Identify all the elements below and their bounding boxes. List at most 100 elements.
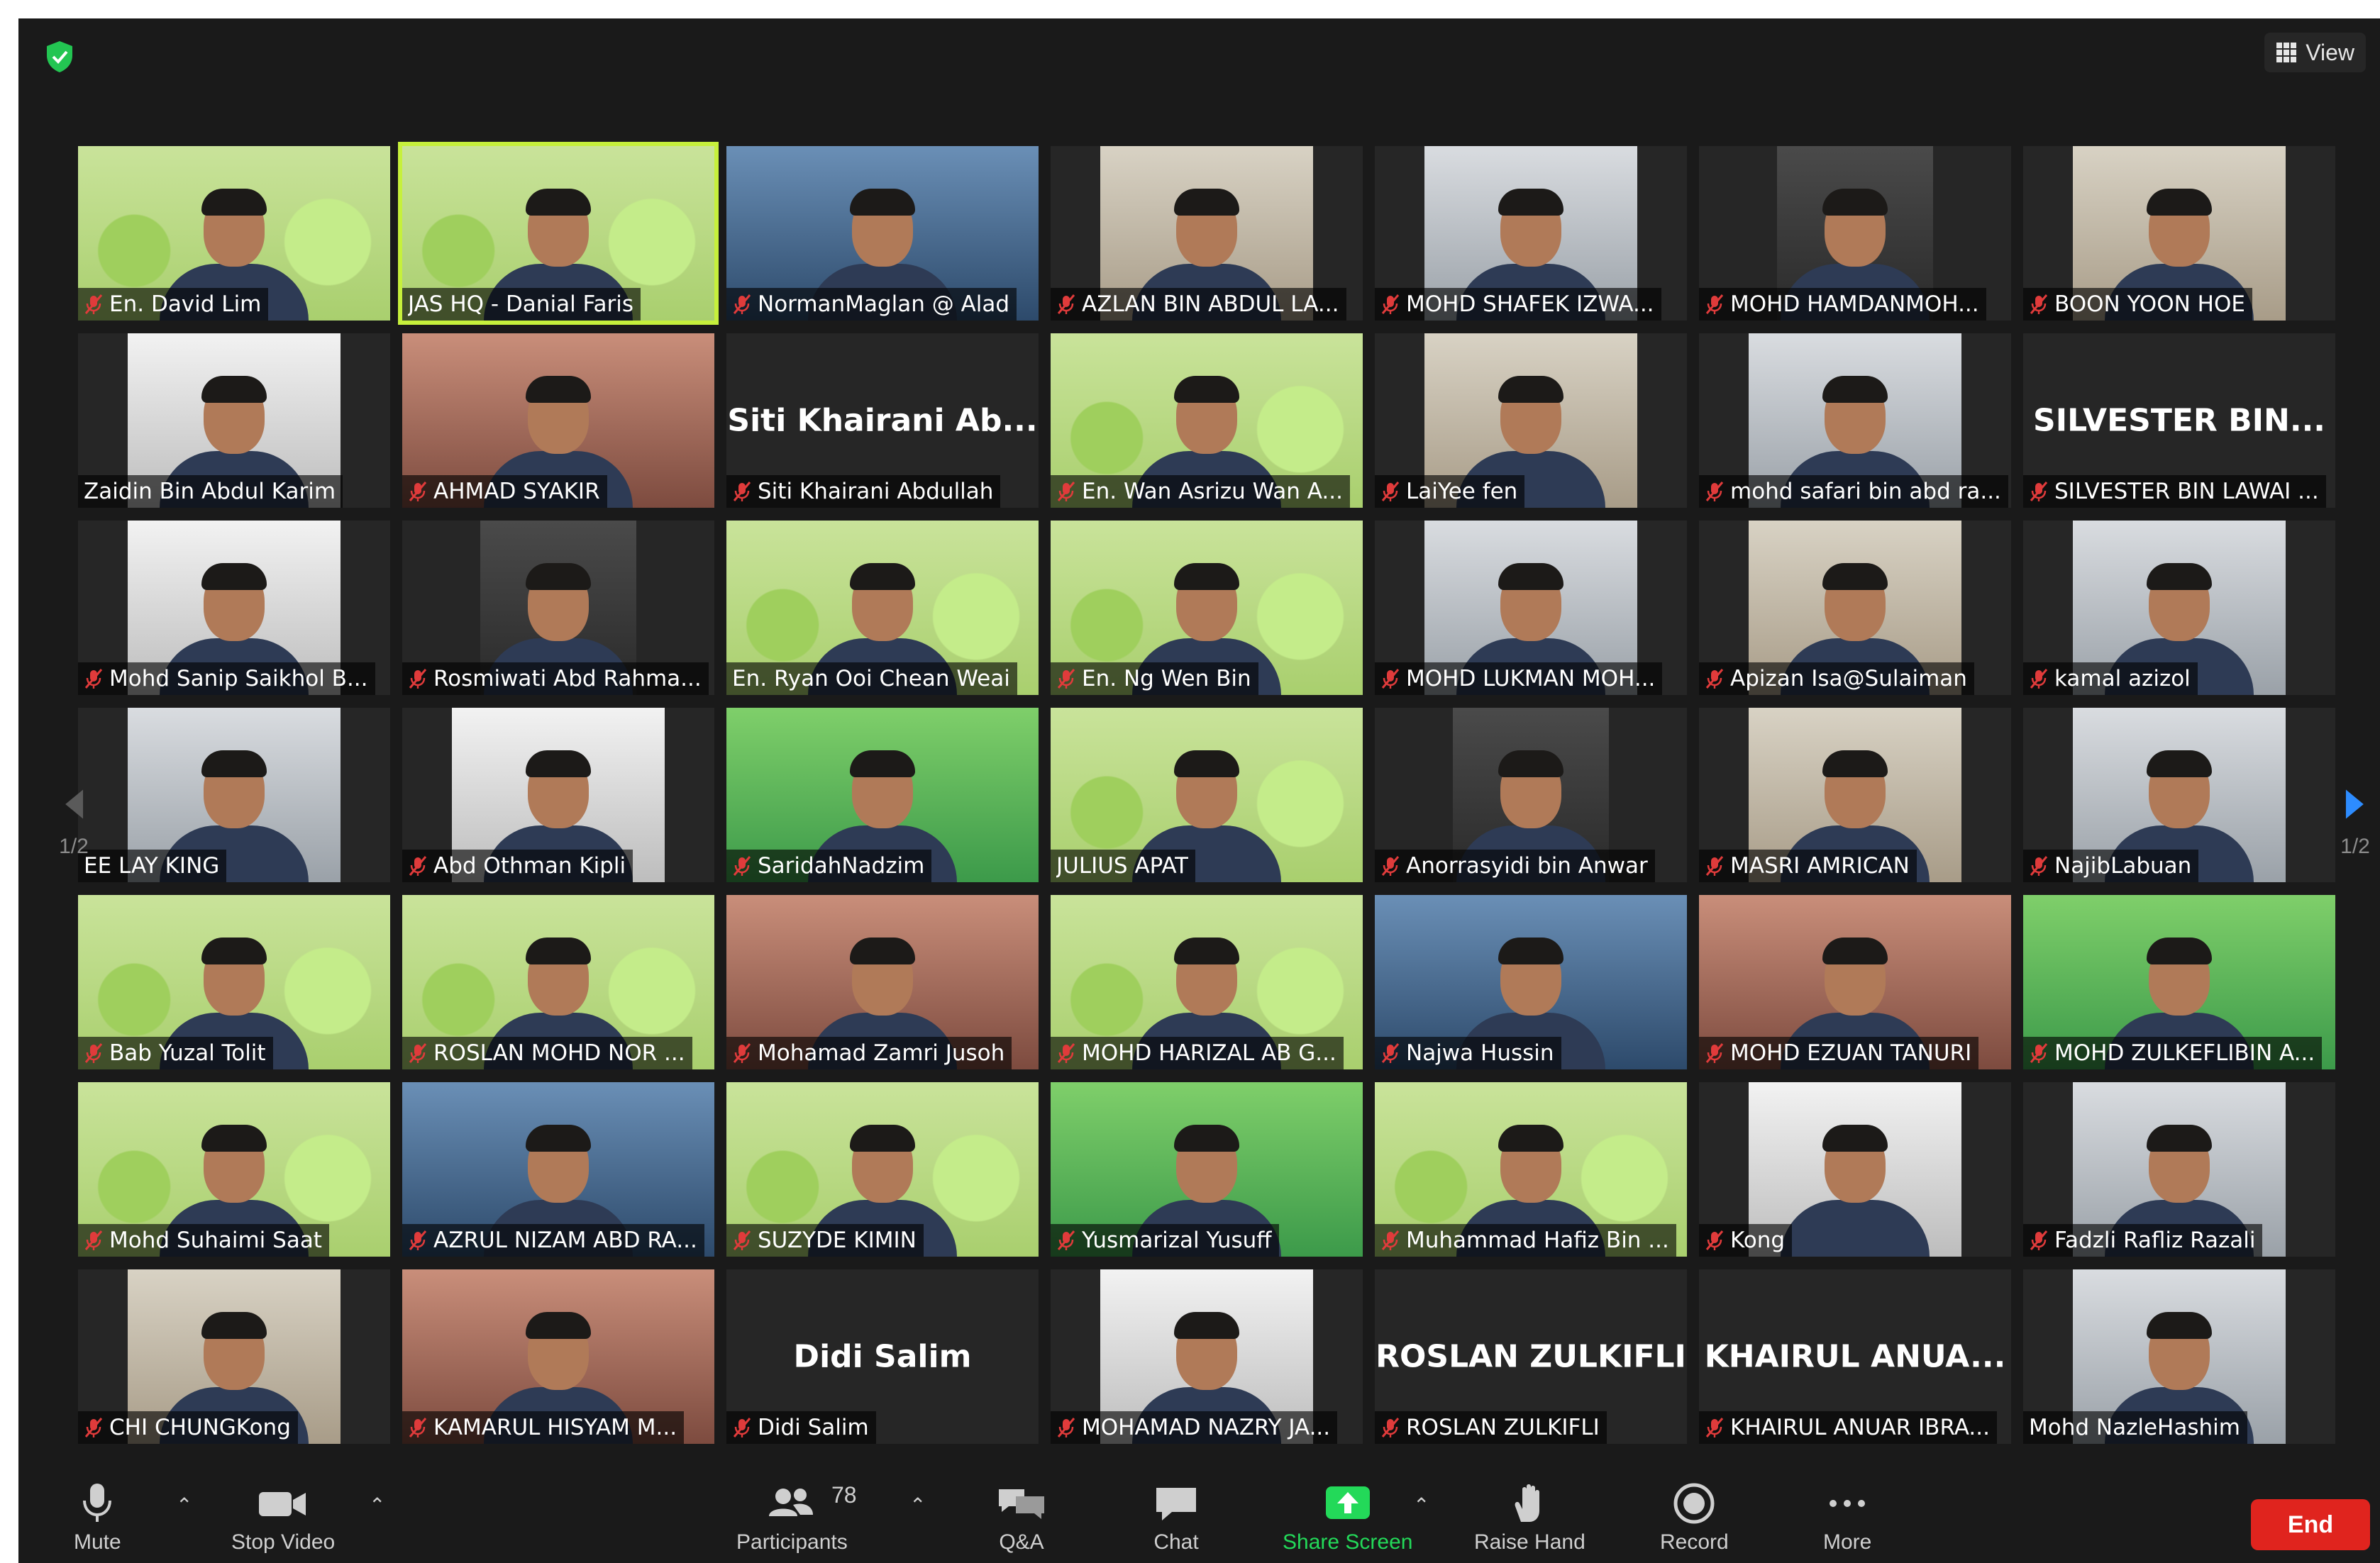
participant-name: En. Wan Asrizu Wan A...: [1082, 479, 1343, 504]
participant-tile[interactable]: En. Wan Asrizu Wan A...: [1051, 333, 1363, 508]
participant-tile[interactable]: SaridahNadzim: [726, 708, 1039, 882]
participant-tile[interactable]: SUZYDE KIMIN: [726, 1082, 1039, 1257]
participant-tile[interactable]: En. Ryan Ooi Chean Weai: [726, 521, 1039, 695]
participant-tile[interactable]: MASRI AMRICAN: [1699, 708, 2011, 882]
participant-name-label: En. David Lim: [78, 288, 269, 321]
participant-tile[interactable]: MOHAMAD NAZRY JA...: [1051, 1269, 1363, 1444]
participant-tile[interactable]: JULIUS APAT: [1051, 708, 1363, 882]
previous-page-button[interactable]: 1/2: [52, 788, 95, 859]
participant-tile[interactable]: KHAIRUL ANUA... KHAIRUL ANUAR IBRA...: [1699, 1269, 2011, 1444]
end-meeting-button[interactable]: End: [2251, 1499, 2370, 1550]
next-page-button[interactable]: 1/2: [2334, 788, 2376, 859]
participant-tile[interactable]: NormanMaglan @ Alad: [726, 146, 1039, 321]
participant-name-label: Mohd NazleHashim: [2023, 1411, 2247, 1444]
participant-tile[interactable]: BOON YOON HOE: [2023, 146, 2335, 321]
muted-microphone-icon: [409, 1418, 427, 1437]
participant-tile[interactable]: Siti Khairani Ab... Siti Khairani Abdulla…: [726, 333, 1039, 508]
participant-tile[interactable]: Mohd NazleHashim: [2023, 1269, 2335, 1444]
participant-name-label: MOHD HARIZAL AB G...: [1051, 1037, 1344, 1069]
audio-options-caret[interactable]: ⌃: [176, 1494, 192, 1517]
more-button[interactable]: More: [1823, 1481, 1871, 1563]
participant-name-label: AHMAD SYAKIR: [402, 475, 607, 508]
muted-microphone-icon: [1705, 1043, 1724, 1063]
participant-tile[interactable]: Anorrasyidi bin Anwar: [1375, 708, 1687, 882]
participant-tile[interactable]: CHI CHUNGKong: [78, 1269, 390, 1444]
participant-tile[interactable]: ROSLAN MOHD NOR ...: [402, 895, 714, 1069]
participant-tile[interactable]: MOHD SHAFEK IZWA...: [1375, 146, 1687, 321]
participant-tile[interactable]: Muhammad Hafiz Bin ...: [1375, 1082, 1687, 1257]
participant-tile[interactable]: Didi Salim Didi Salim: [726, 1269, 1039, 1444]
participant-tile[interactable]: ROSLAN ZULKIFLI ROSLAN ZULKIFLI: [1375, 1269, 1687, 1444]
participant-tile[interactable]: Zaidin Bin Abdul Karim: [78, 333, 390, 508]
participant-name: kamal azizol: [2054, 666, 2191, 691]
participant-tile[interactable]: SILVESTER BIN... SILVESTER BIN LAWAI ...: [2023, 333, 2335, 508]
participant-tile[interactable]: Fadzli Rafliz Razali: [2023, 1082, 2335, 1257]
participant-name-label: Bab Yuzal Tolit: [78, 1037, 273, 1069]
raise-hand-button[interactable]: Raise Hand: [1474, 1481, 1585, 1563]
participant-name: SaridahNadzim: [758, 853, 925, 879]
muted-microphone-icon: [409, 482, 427, 501]
participant-tile[interactable]: AZLAN BIN ABDUL LA...: [1051, 146, 1363, 321]
participant-name: mohd safari bin abd ra...: [1730, 479, 2001, 504]
muted-microphone-icon: [84, 1418, 103, 1437]
participant-name-label: KAMARUL HISYAM M...: [402, 1411, 685, 1444]
participants-options-caret[interactable]: ⌃: [909, 1494, 926, 1517]
participant-tile[interactable]: kamal azizol: [2023, 521, 2335, 695]
participant-name: Najwa Hussin: [1406, 1040, 1554, 1066]
stop-video-button[interactable]: Stop Video: [231, 1481, 335, 1563]
participant-tile[interactable]: En. Ng Wen Bin: [1051, 521, 1363, 695]
participant-tile[interactable]: Abd Othman Kipli: [402, 708, 714, 882]
participant-tile[interactable]: Bab Yuzal Tolit: [78, 895, 390, 1069]
participant-name: SUZYDE KIMIN: [758, 1228, 917, 1253]
chat-bubble-icon: [1156, 1488, 1196, 1520]
participant-name-label: Zaidin Bin Abdul Karim: [78, 475, 343, 508]
participant-tile[interactable]: En. David Lim: [78, 146, 390, 321]
muted-microphone-icon: [733, 294, 751, 314]
hand-icon: [1515, 1484, 1540, 1522]
participant-tile[interactable]: MOHD ZULKEFLIBIN A...: [2023, 895, 2335, 1069]
participant-name-label: Rosmiwati Abd Rahma...: [402, 662, 709, 695]
participant-tile[interactable]: Kong: [1699, 1082, 2011, 1257]
meeting-toolbar: Mute ⌃ Stop Video ⌃ Participants 78 ⌃ Q&…: [18, 1474, 2380, 1563]
record-button[interactable]: Record: [1660, 1481, 1729, 1563]
participant-tile[interactable]: EE LAY KING: [78, 708, 390, 882]
muted-microphone-icon: [409, 1043, 427, 1063]
participant-tile[interactable]: Apizan Isa@Sulaiman: [1699, 521, 2011, 695]
participant-tile[interactable]: Mohd Sanip Saikhol B...: [78, 521, 390, 695]
raise-hand-label: Raise Hand: [1474, 1530, 1585, 1554]
participant-tile[interactable]: Najwa Hussin: [1375, 895, 1687, 1069]
participant-tile[interactable]: Rosmiwati Abd Rahma...: [402, 521, 714, 695]
participant-name-label: AZRUL NIZAM ABD RA...: [402, 1224, 704, 1257]
share-screen-button[interactable]: Share Screen: [1283, 1481, 1412, 1563]
qa-button[interactable]: Q&A: [995, 1481, 1048, 1563]
participant-tile[interactable]: MOHD LUKMAN MOH...: [1375, 521, 1687, 695]
participant-name-label: MOHD SHAFEK IZWA...: [1375, 288, 1661, 321]
participant-tile[interactable]: MOHD HAMDANMOH...: [1699, 146, 2011, 321]
participant-tile[interactable]: AZRUL NIZAM ABD RA...: [402, 1082, 714, 1257]
participant-name: LaiYee fen: [1406, 479, 1518, 504]
participant-name-label: MOHD EZUAN TANURI: [1699, 1037, 1979, 1069]
participant-name: MASRI AMRICAN: [1730, 853, 1910, 879]
participant-tile[interactable]: Mohamad Zamri Jusoh: [726, 895, 1039, 1069]
participant-name: Abd Othman Kipli: [433, 853, 626, 879]
muted-microphone-icon: [2030, 1230, 2048, 1250]
participant-name: ROSLAN MOHD NOR ...: [433, 1040, 685, 1066]
participant-tile[interactable]: Mohd Suhaimi Saat: [78, 1082, 390, 1257]
video-options-caret[interactable]: ⌃: [369, 1494, 385, 1517]
participant-tile[interactable]: Yusmarizal Yusuff: [1051, 1082, 1363, 1257]
chat-button[interactable]: Chat: [1153, 1481, 1199, 1563]
share-arrow-icon: [1325, 1486, 1370, 1519]
muted-microphone-icon: [1705, 1230, 1724, 1250]
participant-tile[interactable]: MOHD HARIZAL AB G...: [1051, 895, 1363, 1069]
participant-tile[interactable]: KAMARUL HISYAM M...: [402, 1269, 714, 1444]
mute-button[interactable]: Mute: [74, 1481, 121, 1563]
muted-microphone-icon: [733, 1230, 751, 1250]
participant-tile[interactable]: NajibLabuan: [2023, 708, 2335, 882]
participant-tile[interactable]: LaiYee fen: [1375, 333, 1687, 508]
participant-tile[interactable]: AHMAD SYAKIR: [402, 333, 714, 508]
participant-tile[interactable]: mohd safari bin abd ra...: [1699, 333, 2011, 508]
participant-name: Didi Salim: [758, 1415, 869, 1440]
participant-tile[interactable]: MOHD EZUAN TANURI: [1699, 895, 2011, 1069]
participant-tile[interactable]: JAS HQ - Danial Faris: [398, 142, 719, 325]
share-options-caret[interactable]: ⌃: [1413, 1494, 1429, 1517]
